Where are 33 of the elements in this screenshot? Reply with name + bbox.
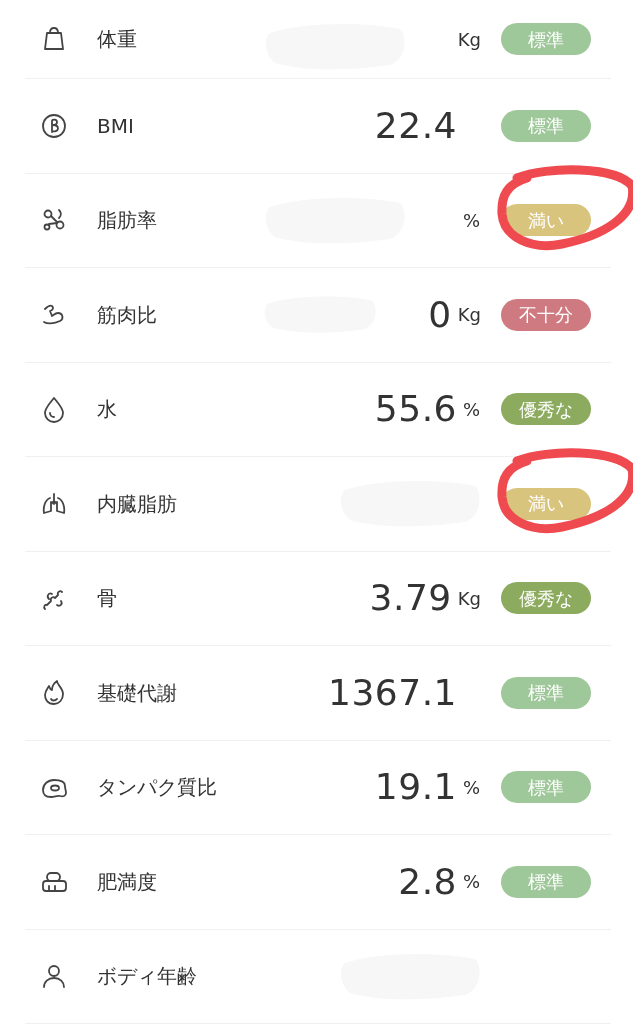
metric-value: 22.4: [374, 103, 457, 148]
status-label: 優秀な: [501, 393, 591, 426]
metric-value: 19.1: [374, 765, 457, 810]
status-label: 優秀な: [501, 582, 591, 615]
unit-label: %: [463, 870, 481, 895]
metric-label: 筋肉比: [97, 301, 157, 329]
metric-label: BMI: [97, 112, 134, 140]
unit-label: %: [463, 775, 481, 800]
metric-value: 55.6: [374, 387, 457, 432]
unit-label: Kg: [457, 303, 481, 328]
status-label: 標準: [501, 109, 591, 142]
status-label: 不十分: [501, 298, 591, 331]
metric-label: 水: [97, 396, 117, 424]
metric-label: 内臓脂肪: [97, 490, 177, 518]
unit-label: Kg: [457, 27, 481, 52]
metric-label: タンパク質比: [97, 774, 217, 802]
metric-label: ボディ年齢: [97, 963, 197, 991]
unit-label: %: [463, 208, 481, 233]
metric-label: 骨: [97, 585, 117, 613]
unit-label: Kg: [457, 586, 481, 611]
status-label: 標準: [501, 23, 591, 55]
metric-value: 3.79: [369, 576, 452, 621]
metric-label: 体重: [97, 26, 137, 53]
status-label: 標準: [501, 676, 591, 709]
metric-value: 1367.1: [328, 670, 457, 715]
metric-label: 基礎代謝: [97, 679, 177, 707]
metric-label: 脂肪率: [97, 207, 157, 235]
unit-label: %: [463, 397, 481, 422]
metric-value: 2.8: [398, 859, 457, 904]
metric-value: 0: [428, 292, 452, 337]
status-label: 標準: [501, 771, 591, 804]
metric-label: 肥満度: [97, 868, 157, 896]
status-label: 標準: [501, 865, 591, 898]
